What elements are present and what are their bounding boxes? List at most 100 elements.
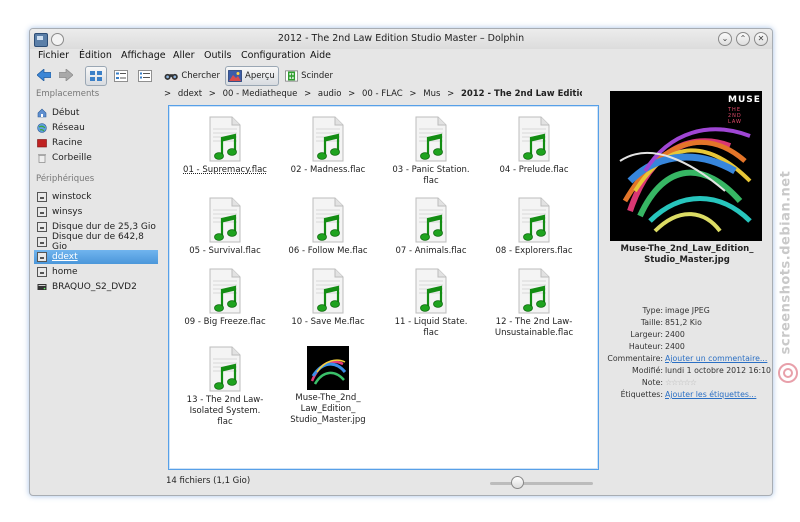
file-name: 02 - Madness.flac bbox=[290, 165, 366, 175]
trash-icon bbox=[38, 154, 46, 163]
back-arrow-icon[interactable] bbox=[37, 69, 51, 81]
details-view-button[interactable] bbox=[134, 66, 156, 86]
device-winsys[interactable]: winsys bbox=[34, 205, 158, 219]
image-preview: MUSE THE 2ND LAW bbox=[610, 91, 762, 241]
breadcrumb-item[interactable]: 00 - FLAC bbox=[362, 89, 403, 99]
icons-view-button[interactable] bbox=[85, 66, 107, 86]
file-item-audio[interactable]: 13 - The 2nd Law- Isolated System. flac bbox=[175, 346, 275, 428]
menu-bar: Fichier Édition Affichage Aller Outils C… bbox=[30, 49, 772, 65]
info-row: Hauteur: 2400 bbox=[603, 342, 771, 354]
audio-file-icon bbox=[209, 268, 241, 314]
drive-icon bbox=[37, 192, 47, 202]
breadcrumb-separator: > bbox=[348, 89, 356, 99]
place-racine[interactable]: Racine bbox=[34, 136, 158, 150]
menu-outils[interactable]: Outils bbox=[204, 50, 231, 61]
search-button[interactable]: Chercher bbox=[161, 66, 221, 86]
compact-view-icon bbox=[114, 70, 128, 82]
cover-title: MUSE bbox=[728, 95, 761, 105]
breadcrumb-separator: > bbox=[208, 89, 216, 99]
file-item-audio[interactable]: 09 - Big Freeze.flac bbox=[175, 268, 275, 328]
menu-configuration[interactable]: Configuration bbox=[241, 50, 305, 61]
file-item-audio[interactable]: 04 - Prelude.flac bbox=[484, 116, 584, 176]
split-button-label: Scinder bbox=[301, 71, 333, 81]
title-bar[interactable]: 2012 - The 2nd Law Edition Studio Master… bbox=[30, 29, 772, 49]
file-item-audio[interactable]: 10 - Save Me.flac bbox=[278, 268, 378, 328]
menu-fichier[interactable]: Fichier bbox=[38, 50, 69, 61]
breadcrumb-current[interactable]: 2012 - The 2nd Law Edition Studio M bbox=[461, 89, 582, 99]
zoom-slider-track[interactable] bbox=[490, 482, 593, 485]
status-bar: 14 fichiers (1,1 Gio) bbox=[30, 473, 772, 493]
forward-arrow-icon[interactable] bbox=[59, 69, 73, 81]
device-label: home bbox=[52, 267, 78, 277]
audio-file-icon bbox=[415, 197, 447, 243]
file-view[interactable]: 01 - Supremacy.flac 02 - Madness.flac 03 -… bbox=[168, 105, 599, 470]
device-label: ddext bbox=[52, 252, 78, 262]
breadcrumb-separator: > bbox=[447, 89, 455, 99]
compact-view-button[interactable] bbox=[110, 66, 132, 86]
device-home[interactable]: home bbox=[34, 265, 158, 279]
menu-aller[interactable]: Aller bbox=[173, 50, 195, 61]
drive-icon bbox=[37, 222, 47, 232]
device-braquo[interactable]: BRAQUO_S2_DVD2 bbox=[34, 280, 158, 294]
devices-header: Périphériques bbox=[36, 174, 95, 184]
drive-icon bbox=[37, 252, 47, 262]
star-icon[interactable]: ☆ bbox=[690, 378, 697, 387]
breadcrumb-separator: > bbox=[164, 89, 172, 99]
device-label: winsys bbox=[52, 207, 83, 217]
audio-file-icon bbox=[518, 268, 550, 314]
file-item-audio[interactable]: 05 - Survival.flac bbox=[175, 197, 275, 257]
info-row-link[interactable]: Ajouter un commentaire... bbox=[665, 354, 767, 363]
file-item-audio[interactable]: 08 - Explorers.flac bbox=[484, 197, 584, 257]
file-name: 06 - Follow Me.flac bbox=[288, 246, 368, 256]
device-disk-642[interactable]: Disque dur de 642,8 Gio bbox=[34, 232, 158, 252]
menu-edition[interactable]: Édition bbox=[79, 50, 112, 61]
split-button[interactable]: Scinder bbox=[282, 66, 334, 86]
icons-view-icon bbox=[90, 71, 102, 81]
place-corbeille[interactable]: Corbeille bbox=[34, 151, 158, 165]
drive-icon bbox=[37, 207, 47, 217]
place-reseau[interactable]: Réseau bbox=[34, 121, 158, 135]
file-item-audio[interactable]: 11 - Liquid State. flac bbox=[381, 268, 481, 339]
info-row-value: lundi 1 octobre 2012 16:10 bbox=[665, 366, 772, 375]
audio-file-icon bbox=[312, 268, 344, 314]
menu-affichage[interactable]: Affichage bbox=[121, 50, 166, 61]
menu-aide[interactable]: Aide bbox=[310, 50, 331, 61]
file-name: 08 - Explorers.flac bbox=[495, 246, 573, 256]
preview-button[interactable]: Aperçu bbox=[225, 66, 279, 86]
minimize-button[interactable]: ⌄ bbox=[718, 32, 732, 46]
info-row-value: 851,2 Kio bbox=[665, 318, 702, 327]
search-button-label: Chercher bbox=[181, 71, 220, 81]
maximize-button[interactable]: ⌃ bbox=[736, 32, 750, 46]
place-debut[interactable]: Début bbox=[34, 106, 158, 120]
info-row-link[interactable]: Ajouter les étiquettes... bbox=[665, 390, 756, 399]
image-thumbnail bbox=[307, 346, 349, 390]
zoom-slider-handle[interactable] bbox=[510, 476, 524, 489]
close-button[interactable]: ✕ bbox=[754, 32, 768, 46]
breadcrumb-item[interactable]: ddext bbox=[178, 89, 202, 99]
file-item-image[interactable]: Muse-The_2nd_ Law_Edition_ Studio_Master… bbox=[278, 346, 378, 426]
audio-file-icon bbox=[415, 116, 447, 162]
device-ddext[interactable]: ddext bbox=[34, 250, 158, 264]
places-panel: Emplacements Début Réseau Racine Corbeil… bbox=[30, 87, 162, 485]
breadcrumb-separator: > bbox=[409, 89, 417, 99]
breadcrumb-item[interactable]: audio bbox=[318, 89, 342, 99]
info-row-label: Commentaire: bbox=[607, 354, 663, 363]
file-item-audio[interactable]: 03 - Panic Station. flac bbox=[381, 116, 481, 187]
breadcrumb-item[interactable]: 00 - Mediatheque bbox=[223, 89, 298, 99]
audio-file-icon bbox=[518, 116, 550, 162]
file-item-audio[interactable]: 12 - The 2nd Law- Unsustainable.flac bbox=[484, 268, 584, 339]
file-item-audio[interactable]: 01 - Supremacy.flac bbox=[175, 116, 275, 176]
file-name: 04 - Prelude.flac bbox=[499, 165, 569, 175]
file-name: 12 - The 2nd Law- Unsustainable.flac bbox=[494, 317, 574, 338]
info-row-label: Étiquettes: bbox=[620, 390, 663, 399]
rating-stars[interactable]: ☆☆☆☆☆ bbox=[665, 378, 697, 387]
breadcrumb-item[interactable]: Mus bbox=[423, 89, 440, 99]
file-name: 10 - Save Me.flac bbox=[291, 317, 365, 327]
device-winstock[interactable]: winstock bbox=[34, 190, 158, 204]
file-item-audio[interactable]: 06 - Follow Me.flac bbox=[278, 197, 378, 257]
info-row: Taille: 851,2 Kio bbox=[603, 318, 771, 330]
info-row: Type: image JPEG bbox=[603, 306, 771, 318]
file-item-audio[interactable]: 07 - Animals.flac bbox=[381, 197, 481, 257]
network-icon bbox=[37, 123, 47, 133]
file-item-audio[interactable]: 02 - Madness.flac bbox=[278, 116, 378, 176]
